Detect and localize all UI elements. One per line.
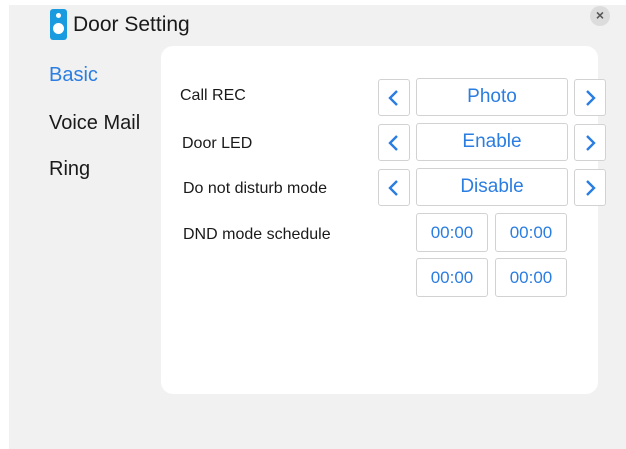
dnd-mode-prev-button[interactable] — [378, 169, 410, 206]
door-led-next-button[interactable] — [574, 124, 606, 161]
door-led-label: Door LED — [182, 135, 253, 152]
dnd-schedule-label: DND mode schedule — [183, 226, 331, 243]
dnd-mode-next-button[interactable] — [574, 169, 606, 206]
window-title: Door Setting — [73, 13, 190, 36]
door-led-value: Enable — [416, 123, 568, 161]
sidebar-item-ring[interactable]: Ring — [49, 158, 90, 181]
door-icon — [50, 9, 67, 40]
close-icon[interactable]: × — [590, 6, 610, 26]
dnd-end-time-1[interactable]: 00:00 — [495, 213, 567, 252]
chevron-right-icon — [586, 89, 596, 106]
dnd-start-time-2[interactable]: 00:00 — [416, 258, 488, 297]
dnd-end-time-2[interactable]: 00:00 — [495, 258, 567, 297]
chevron-right-icon — [586, 134, 596, 151]
dnd-start-time-1[interactable]: 00:00 — [416, 213, 488, 252]
chevron-left-icon — [388, 134, 398, 151]
dnd-mode-label: Do not disturb mode — [183, 180, 328, 197]
call-rec-value: Photo — [416, 78, 568, 116]
chevron-right-icon — [586, 179, 596, 196]
call-rec-label: Call REC — [180, 87, 246, 104]
chevron-left-icon — [388, 179, 398, 196]
dnd-mode-value: Disable — [416, 168, 568, 206]
sidebar-item-basic[interactable]: Basic — [49, 64, 98, 87]
sidebar-item-voice-mail[interactable]: Voice Mail — [49, 112, 140, 135]
call-rec-prev-button[interactable] — [378, 79, 410, 116]
door-led-prev-button[interactable] — [378, 124, 410, 161]
chevron-left-icon — [388, 89, 398, 106]
call-rec-next-button[interactable] — [574, 79, 606, 116]
